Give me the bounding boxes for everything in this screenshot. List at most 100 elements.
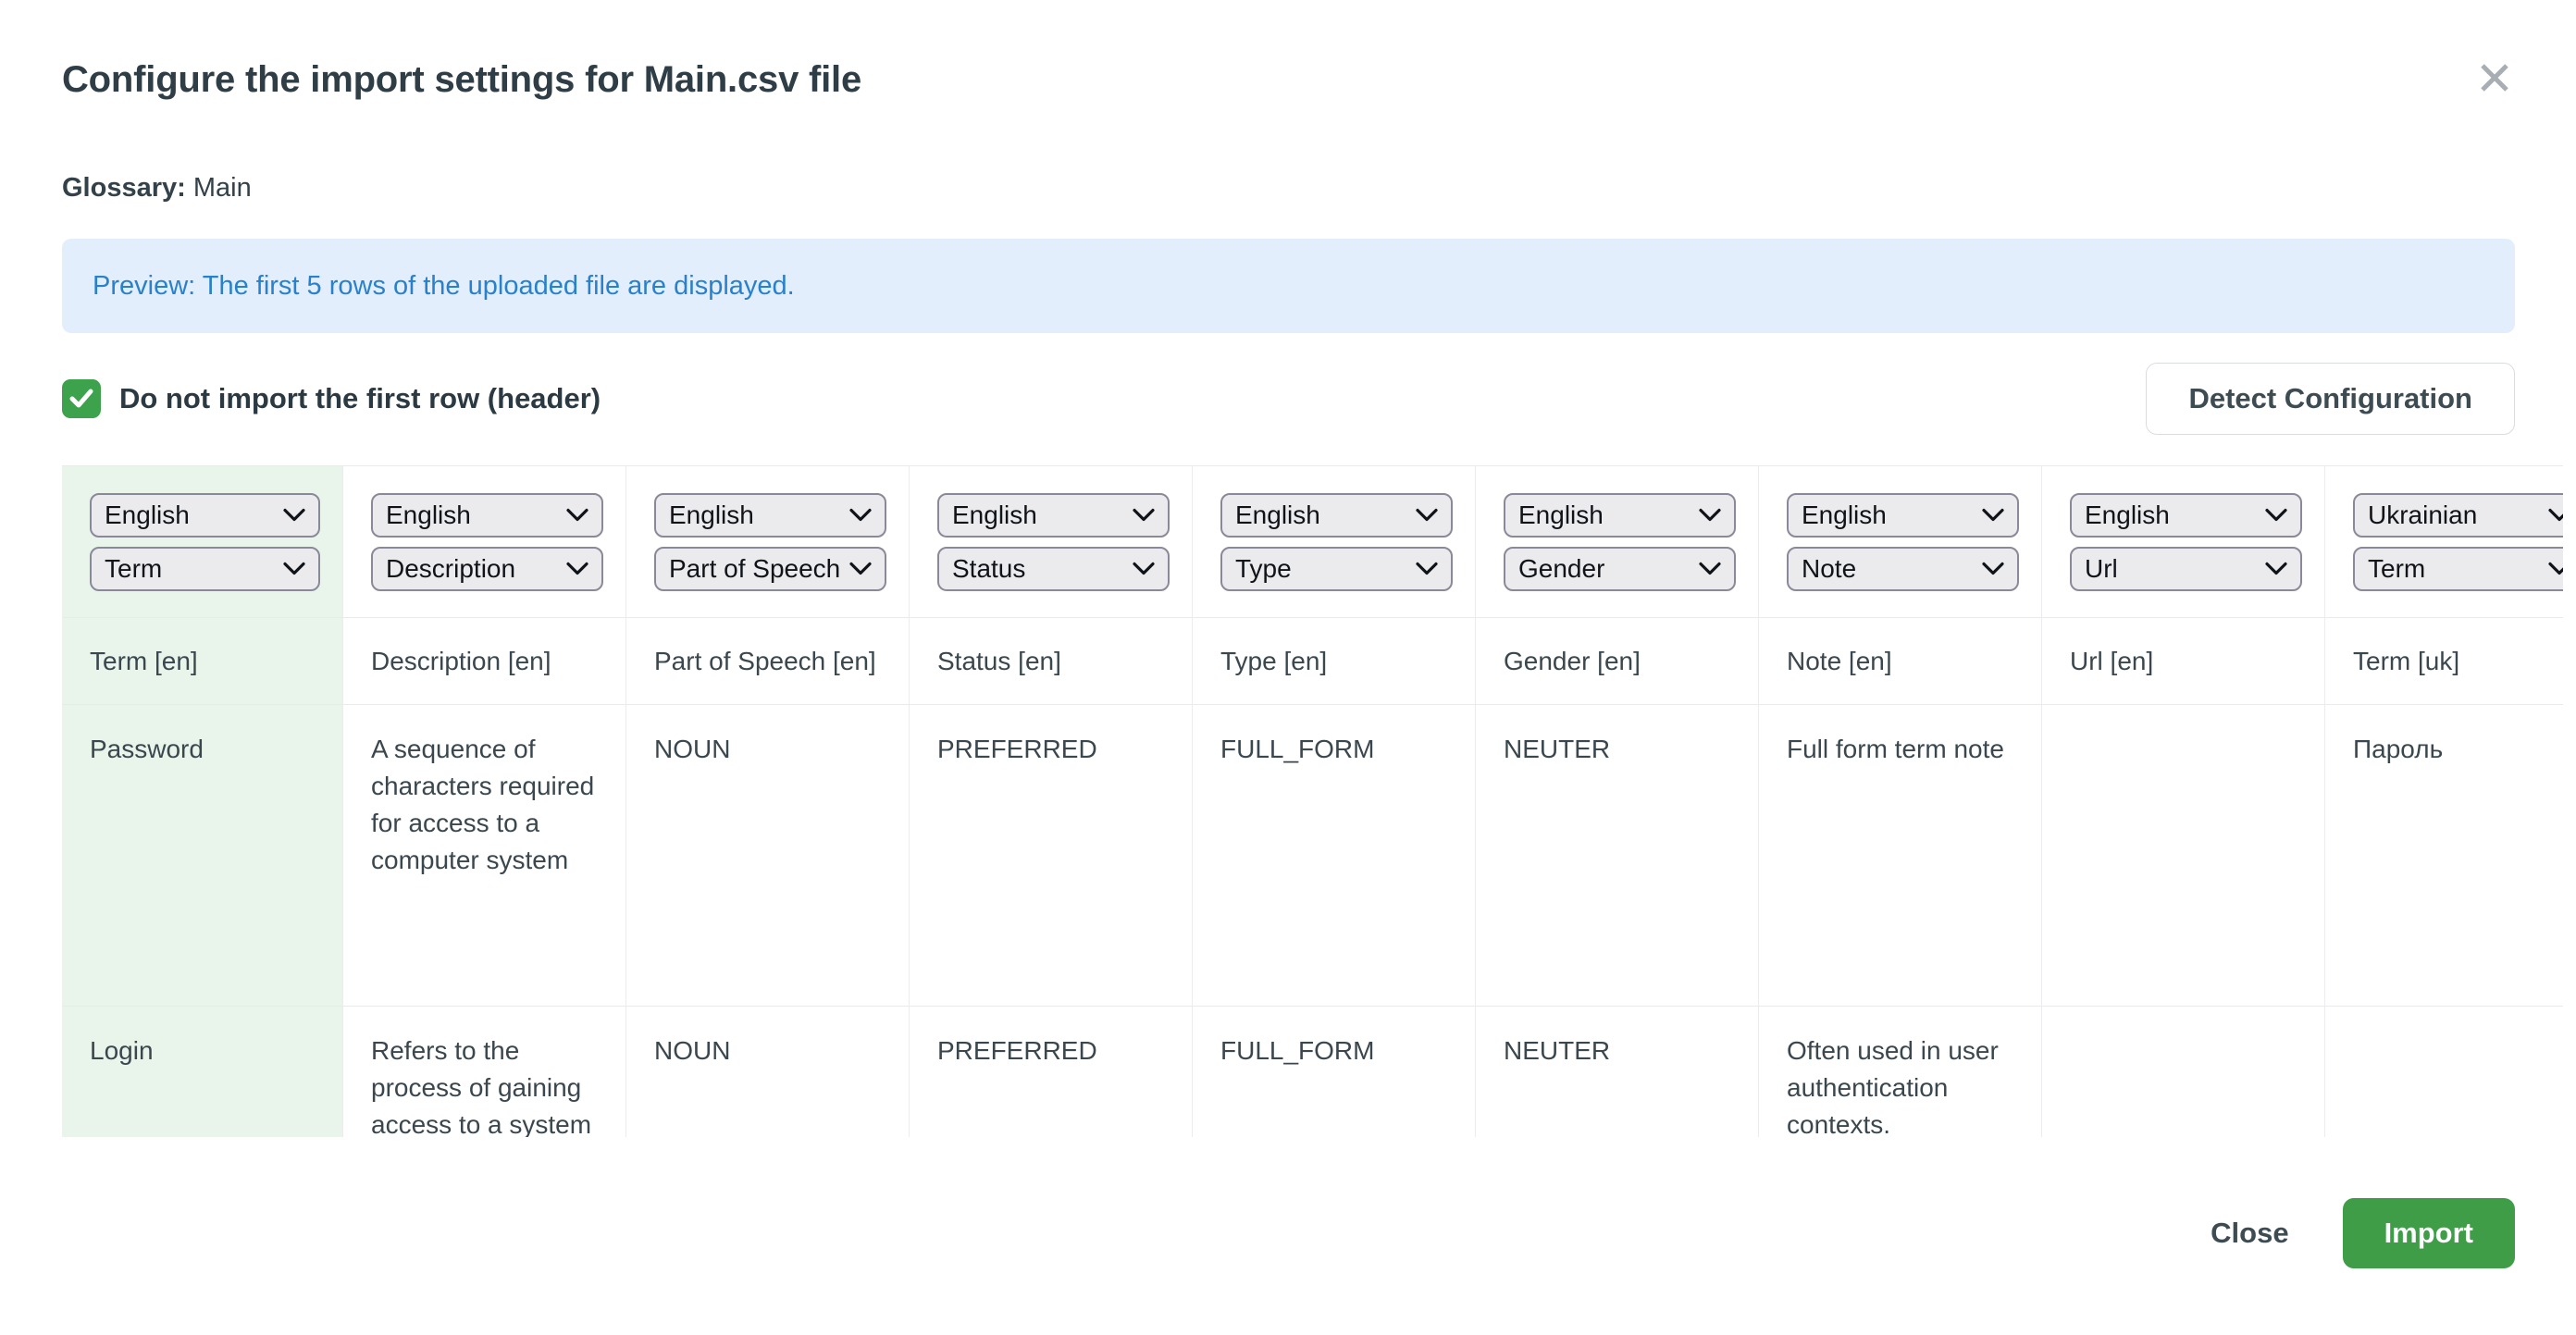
- language-select-value: English: [386, 501, 471, 530]
- table-cell-row1-col3: NOUN: [626, 705, 910, 1007]
- close-icon[interactable]: [2474, 57, 2515, 98]
- chevron-down-icon: [1982, 509, 2004, 523]
- field-select-col-4-status[interactable]: Status: [937, 547, 1170, 591]
- field-select-col-1-term[interactable]: Term: [90, 547, 320, 591]
- field-select-value: Term: [105, 554, 162, 584]
- field-select-col-9-term[interactable]: Term: [2353, 547, 2563, 591]
- language-select-col-3[interactable]: English: [654, 493, 886, 538]
- table-cell-row2-col9: [2325, 1007, 2563, 1137]
- preview-info-text: Preview: The first 5 rows of the uploade…: [93, 271, 795, 302]
- import-settings-modal: Configure the import settings for Main.c…: [0, 0, 2576, 1335]
- detect-configuration-button[interactable]: Detect Configuration: [2146, 363, 2515, 435]
- table-cell-row1-col1: Password: [62, 705, 343, 1007]
- column-header-note-en-: Note [en]: [1759, 618, 2042, 705]
- glossary-value: Main: [193, 173, 252, 203]
- field-select-col-6-gender[interactable]: Gender: [1504, 547, 1736, 591]
- language-select-col-8[interactable]: English: [2070, 493, 2302, 538]
- language-select-value: English: [2085, 501, 2170, 530]
- column-2-select-cell: English Description: [343, 466, 626, 618]
- column-header-term-en-: Term [en]: [62, 618, 343, 705]
- column-header-term-uk-: Term [uk]: [2325, 618, 2563, 705]
- chevron-down-icon: [849, 562, 872, 576]
- language-select-value: English: [1802, 501, 1887, 530]
- field-select-value: Term: [2368, 554, 2425, 584]
- close-button[interactable]: Close: [2211, 1217, 2288, 1250]
- table-cell-row1-col2: A sequence of characters required for ac…: [343, 705, 626, 1007]
- field-select-col-2-description[interactable]: Description: [371, 547, 603, 591]
- chevron-down-icon: [1699, 509, 1721, 523]
- column-header-part-of-speech-en-: Part of Speech [en]: [626, 618, 910, 705]
- field-select-col-7-note[interactable]: Note: [1787, 547, 2019, 591]
- language-select-col-4[interactable]: English: [937, 493, 1170, 538]
- table-cell-row2-col8: [2042, 1007, 2325, 1137]
- field-select-col-3-part-of-speech[interactable]: Part of Speech: [654, 547, 886, 591]
- chevron-down-icon: [2548, 562, 2563, 576]
- field-select-col-5-type[interactable]: Type: [1220, 547, 1453, 591]
- column-header-gender-en-: Gender [en]: [1476, 618, 1759, 705]
- language-select-col-7[interactable]: English: [1787, 493, 2019, 538]
- column-8-select-cell: English Url: [2042, 466, 2325, 618]
- preview-info-banner: Preview: The first 5 rows of the uploade…: [62, 239, 2515, 333]
- language-select-col-9[interactable]: Ukrainian: [2353, 493, 2563, 538]
- column-header-status-en-: Status [en]: [910, 618, 1193, 705]
- language-select-value: English: [1518, 501, 1604, 530]
- chevron-down-icon: [2265, 509, 2287, 523]
- table-cell-row1-col8: [2042, 705, 2325, 1007]
- chevron-down-icon: [566, 509, 588, 523]
- mapping-table-viewport[interactable]: English Term English Description English Part…: [62, 465, 2563, 1137]
- skip-header-checkbox-row[interactable]: Do not import the first row (header): [62, 379, 601, 418]
- table-cell-row2-col7: Often used in user authentication contex…: [1759, 1007, 2042, 1137]
- table-cell-row1-col7: Full form term note: [1759, 705, 2042, 1007]
- field-select-value: Status: [952, 554, 1025, 584]
- chevron-down-icon: [1133, 509, 1155, 523]
- field-select-value: Gender: [1518, 554, 1604, 584]
- column-6-select-cell: English Gender: [1476, 466, 1759, 618]
- language-select-value: English: [952, 501, 1037, 530]
- checkmark-icon: [69, 389, 93, 409]
- table-cell-row1-col6: NEUTER: [1476, 705, 1759, 1007]
- chevron-down-icon: [283, 562, 305, 576]
- chevron-down-icon: [566, 562, 588, 576]
- chevron-down-icon: [1416, 509, 1438, 523]
- table-cell-row1-col5: FULL_FORM: [1193, 705, 1476, 1007]
- field-select-value: Part of Speech: [669, 554, 840, 584]
- chevron-down-icon: [1699, 562, 1721, 576]
- field-select-value: Type: [1235, 554, 1292, 584]
- column-4-select-cell: English Status: [910, 466, 1193, 618]
- column-header-url-en-: Url [en]: [2042, 618, 2325, 705]
- field-select-value: Description: [386, 554, 515, 584]
- column-1-select-cell: English Term: [62, 466, 343, 618]
- language-select-col-2[interactable]: English: [371, 493, 603, 538]
- glossary-line: Glossary: Main: [62, 172, 2515, 204]
- field-select-col-8-url[interactable]: Url: [2070, 547, 2302, 591]
- language-select-col-6[interactable]: English: [1504, 493, 1736, 538]
- column-5-select-cell: English Type: [1193, 466, 1476, 618]
- chevron-down-icon: [2265, 562, 2287, 576]
- column-7-select-cell: English Note: [1759, 466, 2042, 618]
- language-select-value: English: [105, 501, 190, 530]
- glossary-label: Glossary:: [62, 173, 186, 203]
- skip-header-checkbox[interactable]: [62, 379, 101, 418]
- table-cell-row2-col1: Login: [62, 1007, 343, 1137]
- language-select-value: English: [1235, 501, 1320, 530]
- language-select-col-1[interactable]: English: [90, 493, 320, 538]
- table-cell-row1-col4: PREFERRED: [910, 705, 1193, 1007]
- chevron-down-icon: [1982, 562, 2004, 576]
- chevron-down-icon: [1416, 562, 1438, 576]
- language-select-col-5[interactable]: English: [1220, 493, 1453, 538]
- table-cell-row1-col9: Пароль: [2325, 705, 2563, 1007]
- table-cell-row2-col3: NOUN: [626, 1007, 910, 1137]
- import-button[interactable]: Import: [2343, 1198, 2515, 1268]
- column-9-select-cell: Ukrainian Term: [2325, 466, 2563, 618]
- chevron-down-icon: [1133, 562, 1155, 576]
- column-header-description-en-: Description [en]: [343, 618, 626, 705]
- column-header-type-en-: Type [en]: [1193, 618, 1476, 705]
- chevron-down-icon: [849, 509, 872, 523]
- chevron-down-icon: [2548, 509, 2563, 523]
- table-cell-row2-col4: PREFERRED: [910, 1007, 1193, 1137]
- mapping-table: English Term English Description English Part…: [62, 466, 2563, 1137]
- language-select-value: Ukrainian: [2368, 501, 2477, 530]
- table-cell-row2-col5: FULL_FORM: [1193, 1007, 1476, 1137]
- language-select-value: English: [669, 501, 754, 530]
- skip-header-label: Do not import the first row (header): [119, 382, 601, 415]
